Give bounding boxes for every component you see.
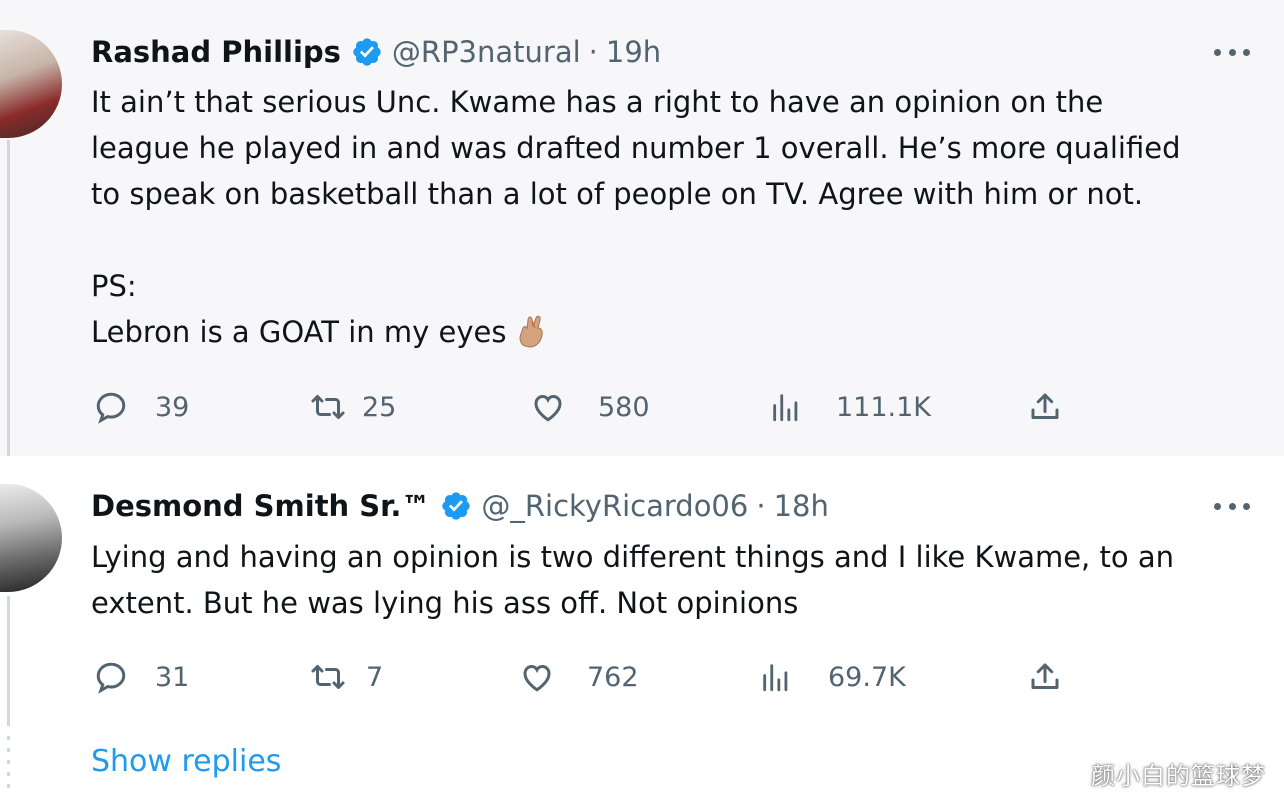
avatar[interactable] bbox=[0, 30, 62, 138]
like-action[interactable]: 762 bbox=[517, 657, 639, 697]
tweet-text: It ain’t that serious Unc. Kwame has a r… bbox=[91, 79, 1271, 355]
tweet-text-line: league he played in and was drafted numb… bbox=[91, 131, 1181, 165]
watermark: 颜小白的篮球梦 bbox=[1091, 762, 1266, 790]
retweet-count: 25 bbox=[362, 391, 397, 423]
views-count: 69.7K bbox=[828, 661, 906, 693]
retweet-icon[interactable] bbox=[308, 387, 348, 427]
retweet-icon[interactable] bbox=[308, 657, 348, 697]
tweet-text-line: to speak on basketball than a lot of peo… bbox=[91, 177, 1144, 211]
author-name[interactable]: Desmond Smith Sr.™ bbox=[91, 489, 430, 523]
author-handle[interactable]: @_RickyRicardo06 bbox=[481, 489, 748, 523]
heart-icon[interactable] bbox=[517, 657, 557, 697]
tweet-text-line-with-emoji: Lebron is a GOAT in my eyes bbox=[91, 309, 1271, 355]
heart-icon[interactable] bbox=[528, 387, 568, 427]
verified-badge-icon bbox=[351, 36, 383, 68]
tweet-text-line: It ain’t that serious Unc. Kwame has a r… bbox=[91, 85, 1104, 119]
like-action[interactable]: 580 bbox=[528, 387, 650, 427]
tweet-time[interactable]: 19h bbox=[606, 35, 661, 69]
views-chart-icon[interactable] bbox=[766, 387, 806, 427]
tweet-header: Desmond Smith Sr.™ @_RickyRicardo06 · 18… bbox=[91, 484, 829, 528]
tweet-text-line: Lebron is a GOAT in my eyes bbox=[91, 315, 507, 349]
like-count: 762 bbox=[587, 661, 639, 693]
reply-count: 31 bbox=[155, 661, 190, 693]
share-action[interactable] bbox=[1025, 657, 1065, 697]
more-options-icon[interactable] bbox=[1214, 496, 1250, 516]
crossed-fingers-emoji-icon bbox=[516, 314, 546, 361]
tweet-rashad-phillips[interactable]: Rashad Phillips @RP3natural · 19h It ain… bbox=[0, 0, 1284, 456]
tweet-header: Rashad Phillips @RP3natural · 19h bbox=[91, 30, 661, 74]
share-icon[interactable] bbox=[1025, 657, 1065, 697]
views-count: 111.1K bbox=[836, 391, 932, 423]
reply-count: 39 bbox=[155, 391, 190, 423]
reply-icon[interactable] bbox=[91, 657, 131, 697]
tweet-text-line bbox=[91, 217, 1271, 263]
author-name[interactable]: Rashad Phillips bbox=[91, 35, 341, 69]
views-action[interactable]: 111.1K bbox=[766, 387, 931, 427]
reply-action[interactable]: 31 bbox=[91, 657, 189, 697]
tweet-text-line: extent. But he was lying his ass off. No… bbox=[91, 586, 799, 620]
retweet-action[interactable]: 25 bbox=[308, 387, 396, 427]
separator-dot: · bbox=[588, 35, 598, 69]
reply-action[interactable]: 39 bbox=[91, 387, 189, 427]
retweet-count: 7 bbox=[366, 661, 384, 693]
avatar[interactable] bbox=[0, 484, 62, 592]
share-icon[interactable] bbox=[1025, 387, 1065, 427]
more-options-icon[interactable] bbox=[1214, 42, 1250, 62]
verified-badge-icon bbox=[440, 490, 472, 522]
reply-icon[interactable] bbox=[91, 387, 131, 427]
author-handle[interactable]: @RP3natural bbox=[392, 35, 581, 69]
thread-dotted-line bbox=[7, 736, 10, 796]
tweet-actions: 39 25 580 111.1K bbox=[0, 387, 1284, 427]
retweet-action[interactable]: 7 bbox=[308, 657, 383, 697]
views-action[interactable]: 69.7K bbox=[756, 657, 906, 697]
tweet-actions: 31 7 762 69.7K bbox=[0, 657, 1284, 697]
tweet-text-line: PS: bbox=[91, 269, 137, 303]
like-count: 580 bbox=[598, 391, 650, 423]
views-chart-icon[interactable] bbox=[756, 657, 796, 697]
share-action[interactable] bbox=[1025, 387, 1065, 427]
tweet-text: Lying and having an opinion is two diffe… bbox=[91, 534, 1271, 626]
tweet-time[interactable]: 18h bbox=[774, 489, 829, 523]
separator-dot: · bbox=[756, 489, 766, 523]
tweet-text-line: Lying and having an opinion is two diffe… bbox=[91, 540, 1174, 574]
show-replies-link[interactable]: Show replies bbox=[91, 744, 281, 779]
